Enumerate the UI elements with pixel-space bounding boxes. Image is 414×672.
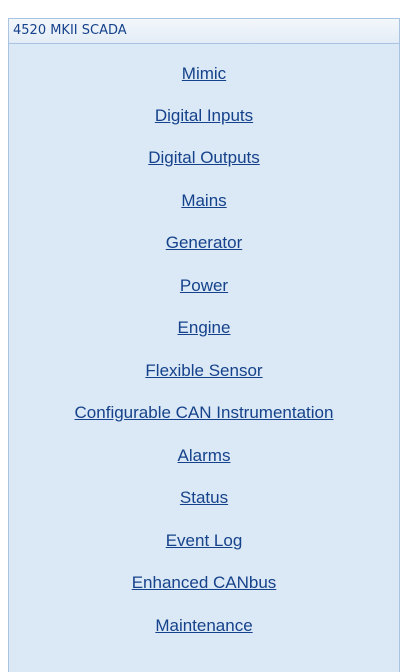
- nav-link-event-log[interactable]: Event Log: [9, 531, 399, 551]
- scada-navigation-panel: 4520 MKII SCADA Mimic Digital Inputs Dig…: [8, 18, 400, 672]
- nav-link-digital-inputs[interactable]: Digital Inputs: [9, 106, 399, 126]
- nav-link-configurable-can-instrumentation[interactable]: Configurable CAN Instrumentation: [9, 403, 399, 423]
- nav-link-maintenance[interactable]: Maintenance: [9, 616, 399, 636]
- nav-link-enhanced-canbus[interactable]: Enhanced CANbus: [9, 573, 399, 593]
- scada-nav-list: Mimic Digital Inputs Digital Outputs Mai…: [9, 44, 399, 672]
- nav-link-flexible-sensor[interactable]: Flexible Sensor: [9, 361, 399, 381]
- nav-link-mimic[interactable]: Mimic: [9, 64, 399, 84]
- nav-link-generator[interactable]: Generator: [9, 233, 399, 253]
- nav-link-power[interactable]: Power: [9, 276, 399, 296]
- nav-link-digital-outputs[interactable]: Digital Outputs: [9, 148, 399, 168]
- nav-link-engine[interactable]: Engine: [9, 318, 399, 338]
- panel-title: 4520 MKII SCADA: [9, 18, 399, 44]
- nav-link-status[interactable]: Status: [9, 488, 399, 508]
- nav-link-mains[interactable]: Mains: [9, 191, 399, 211]
- nav-link-alarms[interactable]: Alarms: [9, 446, 399, 466]
